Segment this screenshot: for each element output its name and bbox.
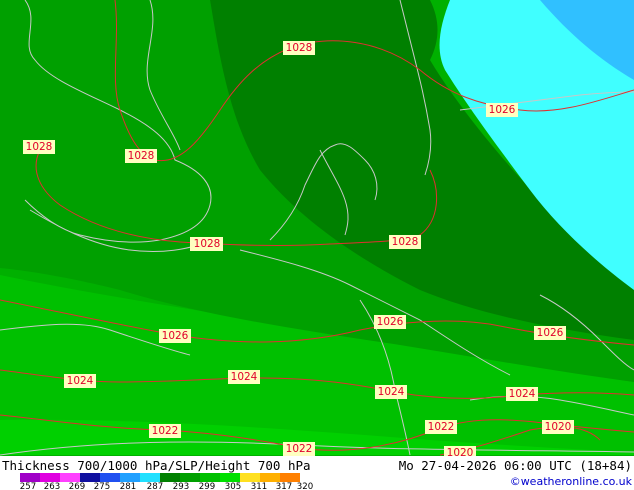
map-canvas: 1028 1028 1028 1028 1028 1026 1026 1026 …	[0, 0, 634, 490]
svg-text:1022: 1022	[428, 421, 455, 433]
legend-swatch	[280, 473, 300, 482]
isobar-label: 1026	[534, 326, 566, 340]
legend-value: 293	[173, 482, 189, 490]
legend-value: 263	[44, 482, 60, 490]
svg-text:1026: 1026	[489, 104, 516, 116]
isobar-label: 1024	[64, 374, 96, 388]
legend-value: 257	[20, 482, 36, 490]
valid-time: Mo 27-04-2026 06:00 UTC (18+84)	[399, 458, 632, 473]
svg-text:1022: 1022	[286, 443, 313, 455]
legend-value: 320	[297, 482, 313, 490]
legend-value: 311	[251, 482, 267, 490]
svg-text:1022: 1022	[152, 425, 179, 437]
isobar-label: 1024	[228, 370, 260, 384]
legend-value: 287	[147, 482, 163, 490]
weather-map: 1028 1028 1028 1028 1028 1026 1026 1026 …	[0, 0, 634, 490]
isobar-label: 1028	[389, 235, 421, 249]
isobar-label: 1022	[425, 420, 457, 434]
credit-text: ©weatheronline.co.uk	[510, 475, 633, 488]
isobar-label: 1026	[374, 315, 406, 329]
isobar-label: 1020	[542, 420, 574, 434]
svg-text:1026: 1026	[377, 316, 404, 328]
svg-text:1020: 1020	[545, 421, 572, 433]
legend-value: 275	[94, 482, 110, 490]
legend-swatch	[180, 473, 200, 482]
svg-text:1028: 1028	[392, 236, 419, 248]
svg-text:1024: 1024	[231, 371, 258, 383]
legend-swatch	[40, 473, 60, 482]
legend-swatch	[100, 473, 120, 482]
isobar-label: 1026	[159, 329, 191, 343]
isobar-label: 1026	[486, 103, 518, 117]
legend-swatch	[120, 473, 140, 482]
isobar-label: 1028	[125, 149, 157, 163]
legend-value: 317	[276, 482, 292, 490]
isobar-label: 1028	[283, 41, 315, 55]
svg-text:1028: 1028	[128, 150, 155, 162]
isobar-label: 1024	[375, 385, 407, 399]
isobar-label: 1022	[149, 424, 181, 438]
isobar-label: 1022	[283, 442, 315, 456]
svg-text:1028: 1028	[194, 238, 221, 250]
legend-swatch	[140, 473, 160, 482]
svg-text:1028: 1028	[286, 42, 313, 54]
legend-swatch	[20, 473, 40, 482]
svg-text:1024: 1024	[509, 388, 536, 400]
legend-swatch	[200, 473, 220, 482]
svg-text:1026: 1026	[162, 330, 189, 342]
svg-text:1026: 1026	[537, 327, 564, 339]
legend-value: 305	[225, 482, 241, 490]
svg-text:1028: 1028	[26, 141, 53, 153]
isobar-label: 1024	[506, 387, 538, 401]
legend-value: 269	[69, 482, 85, 490]
legend-swatch	[60, 473, 80, 482]
legend-swatch	[80, 473, 100, 482]
legend-swatch	[160, 473, 180, 482]
svg-text:1024: 1024	[378, 386, 405, 398]
legend-swatch	[240, 473, 260, 482]
legend-value: 299	[199, 482, 215, 490]
legend-swatch	[260, 473, 280, 482]
isobar-label: 1028	[191, 237, 223, 251]
map-field-title: Thickness 700/1000 hPa/SLP/Height 700 hP…	[2, 458, 311, 473]
svg-text:1024: 1024	[67, 375, 94, 387]
legend-value: 281	[120, 482, 136, 490]
isobar-label: 1028	[23, 140, 55, 154]
legend-swatch	[220, 473, 240, 482]
